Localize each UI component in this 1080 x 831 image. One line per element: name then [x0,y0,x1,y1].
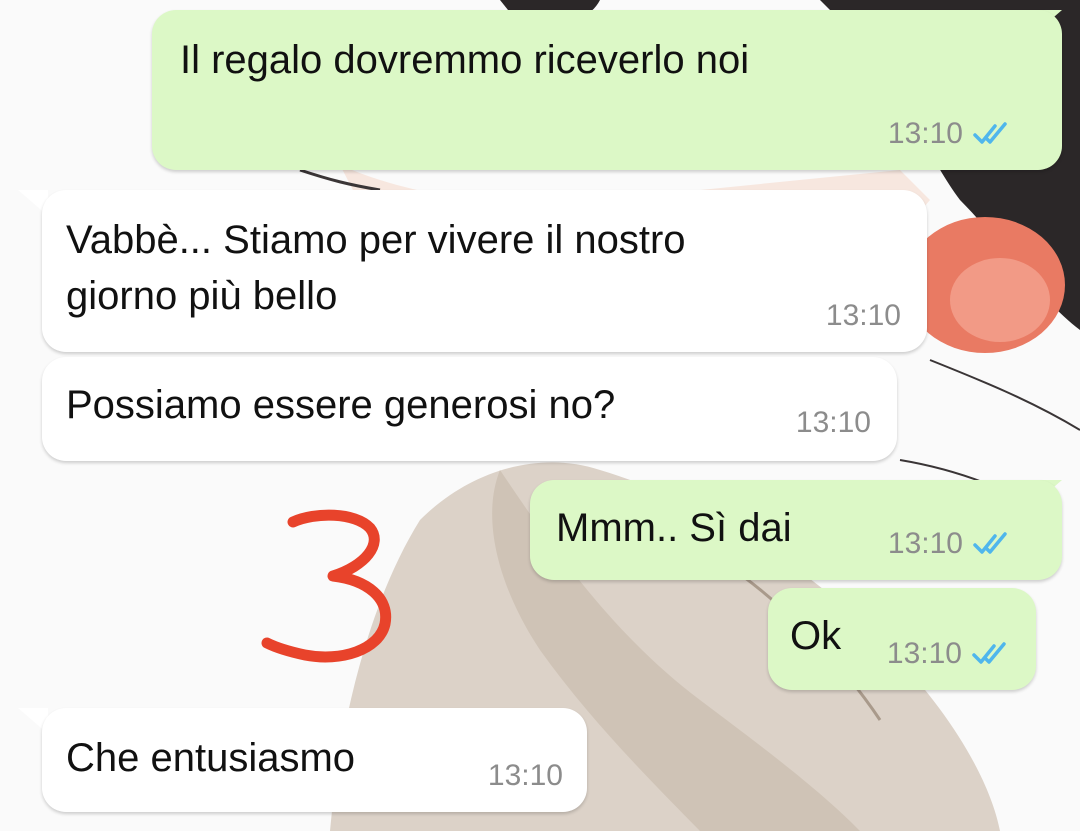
double-check-read-icon [973,532,1007,554]
message-text: Mmm.. Sì dai [556,506,792,550]
message-text: Che entusiasmo [66,736,356,780]
message-text: Ok [790,614,842,658]
message-time: 13:10 [795,406,871,439]
message-time: 13:10 [825,299,901,332]
message-bubble-incoming[interactable]: Possiamo essere generosi no? 13:10 [42,357,897,461]
double-check-read-icon [972,642,1006,664]
message-meta: 13:10 [796,405,871,441]
message-bubble-incoming[interactable]: Vabbè... Stiamo per vivere il nostro gio… [42,190,927,352]
message-meta: 13:10 [826,298,901,334]
message-bubble-outgoing[interactable]: Mmm.. Sì dai 13:10 [530,480,1062,580]
message-time: 13:10 [487,759,563,792]
chat-area[interactable]: Il regalo dovremmo riceverlo noi 13:10 V… [0,0,1080,831]
message-time: 13:10 [887,527,963,560]
message-bubble-incoming[interactable]: Che entusiasmo 13:10 [42,708,587,812]
message-meta: 13:10 [888,526,1017,562]
message-meta: 13:10 [888,116,1017,152]
message-meta: 13:10 [887,636,1016,672]
annotation-drawing [261,509,392,663]
message-text-line1: Vabbè... Stiamo per vivere il nostro [66,218,686,262]
message-bubble-outgoing[interactable]: Ok 13:10 [768,588,1036,690]
message-text: Possiamo essere generosi no? [66,383,616,427]
handwritten-number-annotation [255,500,405,670]
message-text-line2: giorno più bello [66,274,338,318]
message-time: 13:10 [886,637,962,670]
message-text: Il regalo dovremmo riceverlo noi [180,38,750,82]
message-time: 13:10 [887,117,963,150]
message-bubble-outgoing[interactable]: Il regalo dovremmo riceverlo noi 13:10 [152,10,1062,170]
message-meta: 13:10 [488,758,563,794]
double-check-read-icon [973,122,1007,144]
